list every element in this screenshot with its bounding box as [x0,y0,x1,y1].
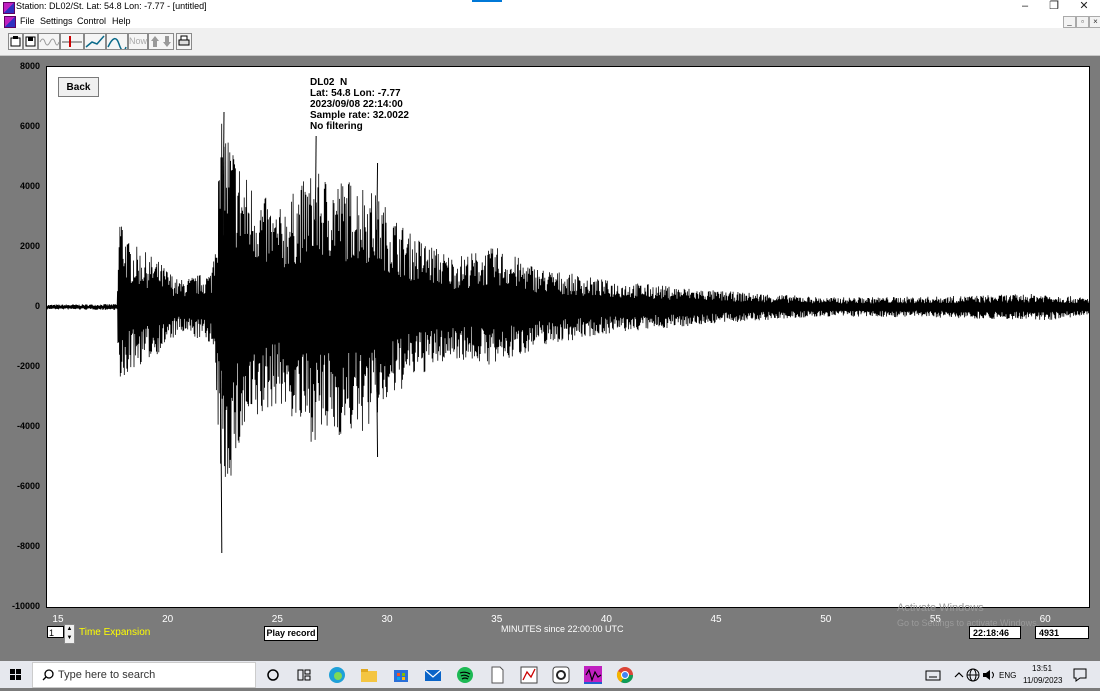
search-icon [42,669,54,681]
save-icon[interactable] [23,33,38,50]
y-tick-label: -4000 [16,421,40,431]
location-label: Lat: 54.8 Lon: -7.77 [310,88,401,99]
menu-file[interactable]: File [20,16,35,26]
print-icon[interactable] [176,33,192,50]
clock-time[interactable]: 13:51 [1032,664,1052,673]
minimize-button[interactable]: – [1011,0,1039,14]
mdi-restore-button[interactable]: ▫ [1076,16,1089,28]
settings-app-icon[interactable] [552,666,570,684]
y-tick-label: 8000 [19,61,40,71]
window-title: Station: DL02/St. Lat: 54.8 Lon: -7.77 -… [16,1,207,11]
waveform-icon[interactable] [38,33,60,50]
spotify-icon[interactable] [456,666,474,684]
menu-settings[interactable]: Settings [40,16,73,26]
menu-help[interactable]: Help [112,16,131,26]
task-view-icon[interactable] [264,666,282,684]
y-tick-label: -10000 [11,601,40,611]
windows-start-icon[interactable] [0,661,32,688]
y-tick-label: -8000 [16,541,40,551]
expansion-input[interactable]: 1 [47,626,64,638]
open-icon[interactable] [8,33,23,50]
station-label: DL02 N [310,77,348,88]
expansion-spinner[interactable]: ▲ ▼ [64,624,75,644]
app-icon [3,2,15,14]
y-tick-label: 6000 [19,121,40,131]
back-button[interactable]: Back [58,77,99,97]
x-axis-label: MINUTES since 22:00:00 UTC [501,624,624,634]
document-icon[interactable] [4,16,16,28]
mdi-close-button[interactable]: × [1089,16,1100,28]
mdi-minimize-button[interactable]: _ [1063,16,1076,28]
play-record-button[interactable]: Play record [264,626,318,641]
x-tick-label: 20 [162,614,174,625]
activate-windows-watermark: Activate Windows [897,602,984,614]
file-explorer-icon[interactable] [360,666,378,684]
chart-app-icon[interactable] [520,666,538,684]
waveform-trace [46,123,1090,477]
chrome-icon[interactable] [616,666,634,684]
notification-icon[interactable] [1071,666,1089,684]
language-indicator[interactable]: ENG [999,671,1016,680]
document-file-icon[interactable] [488,666,506,684]
x-tick-label: 45 [710,614,722,625]
cursor-time-field: 22:18:46 [969,626,1021,639]
y-tick-label: 2000 [19,241,40,251]
seismogram-svg [46,111,1090,554]
y-tick-label: 0 [34,301,40,311]
x-tick-label: 50 [820,614,832,625]
x-tick-label: 25 [271,614,283,625]
menu-control[interactable]: Control [77,16,106,26]
y-tick-label: -6000 [16,481,40,491]
search-placeholder: Type here to search [58,669,156,681]
now-button[interactable]: Now [128,33,148,50]
restore-button[interactable]: ❐ [1040,0,1068,14]
spin-up-icon[interactable]: ▲ [65,625,74,634]
seismogram-plot[interactable] [46,66,1090,608]
keyboard-tray-icon[interactable] [924,666,942,684]
x-tick-label: 30 [381,614,393,625]
menu-bar [0,14,1100,28]
spin-down-icon[interactable]: ▼ [65,634,74,643]
title-accent [472,0,502,2]
time-expansion-label: Time Expansion [79,627,151,638]
volume-icon[interactable] [980,666,998,684]
scroll-icon[interactable] [148,33,174,50]
peak-icon[interactable] [106,33,128,50]
pick-icon[interactable] [60,33,84,50]
seismic-app-icon[interactable] [584,666,602,684]
y-tick-label: -2000 [16,361,40,371]
cursor-value-field: 4931 [1035,626,1089,639]
mail-icon[interactable] [424,666,442,684]
datetime-label: 2023/09/08 22:14:00 [310,99,403,110]
widgets-icon[interactable] [295,666,313,684]
clock-date[interactable]: 11/09/2023 [1023,676,1062,685]
close-button[interactable]: ✕ [1070,0,1098,14]
sample-rate-label: Sample rate: 32.0022 [310,110,409,121]
y-tick-label: 4000 [19,181,40,191]
edge-icon[interactable] [328,666,346,684]
store-icon[interactable] [392,666,410,684]
filter-label: No filtering [310,121,363,132]
trend-icon[interactable] [84,33,106,50]
